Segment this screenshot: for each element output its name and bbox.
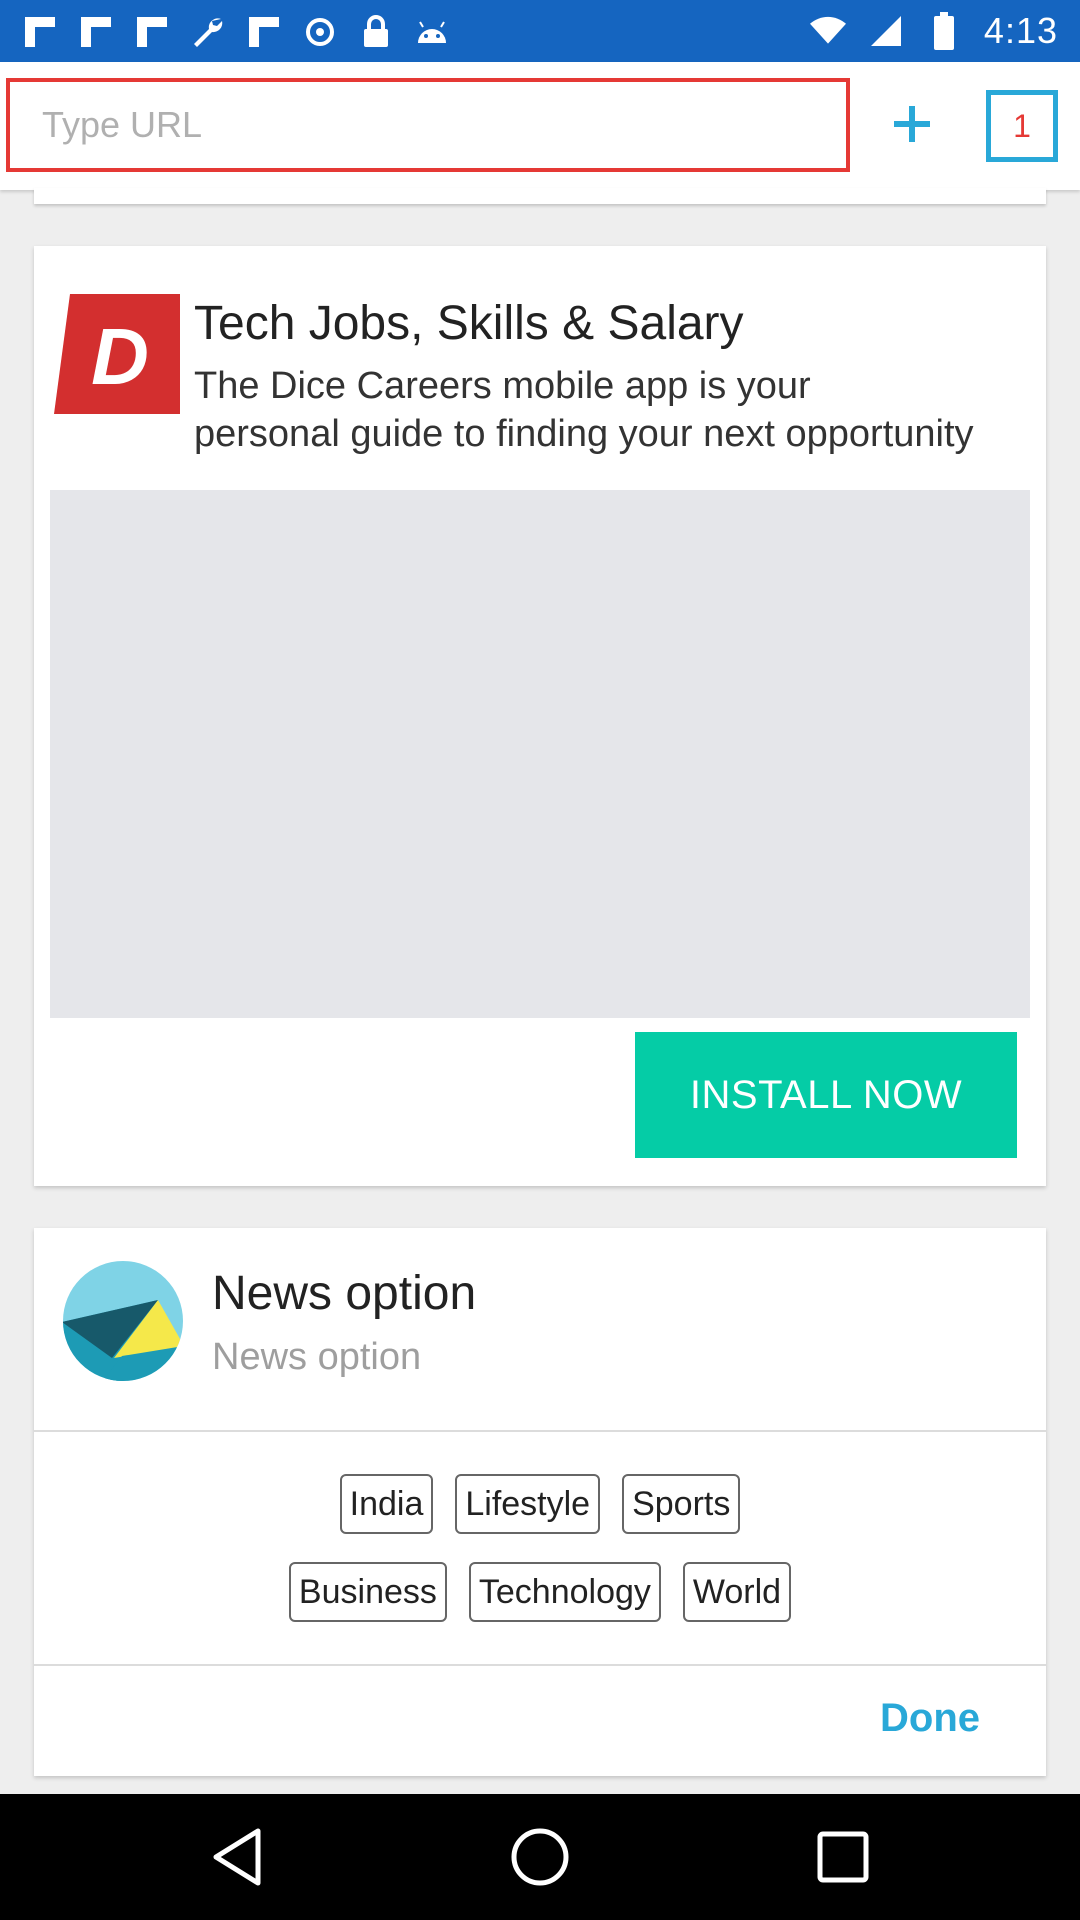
- divider: [34, 1664, 1046, 1666]
- flipboard-icon: [134, 14, 170, 50]
- ad-description-line2: personal guide to finding your next oppo…: [194, 413, 974, 455]
- lock-icon: [358, 14, 394, 50]
- flipboard-icon: [78, 14, 114, 50]
- back-icon: [213, 1828, 261, 1886]
- recents-icon: [817, 1831, 869, 1883]
- dice-logo: D: [52, 288, 184, 420]
- ad-image-placeholder[interactable]: [50, 490, 1030, 1018]
- tab-switcher-button[interactable]: 1: [986, 90, 1058, 162]
- chip-sports[interactable]: Sports: [622, 1474, 741, 1534]
- ad-description: The Dice Careers mobile app is your pers…: [194, 362, 1034, 458]
- news-title: News option: [212, 1267, 477, 1320]
- previous-card-edge: [34, 188, 1046, 204]
- chip-technology[interactable]: Technology: [468, 1562, 661, 1622]
- signal-icon: [868, 13, 904, 49]
- category-row-1: India Lifestyle Sports: [34, 1474, 1046, 1534]
- home-button[interactable]: [507, 1824, 573, 1890]
- browser-toolbar: 1: [0, 62, 1080, 190]
- back-button[interactable]: [204, 1824, 270, 1890]
- flipboard-icon: [246, 14, 282, 50]
- navigation-bar: [0, 1794, 1080, 1920]
- wrench-icon: [190, 14, 226, 50]
- android-icon: [414, 14, 450, 50]
- new-tab-button[interactable]: [880, 92, 944, 156]
- news-option-card: News option News option India Lifestyle …: [34, 1228, 1046, 1776]
- install-now-button[interactable]: INSTALL NOW: [635, 1032, 1017, 1158]
- plus-icon: [894, 106, 930, 142]
- recents-button[interactable]: [810, 1824, 876, 1890]
- ad-description-line1: The Dice Careers mobile app is your: [194, 365, 811, 407]
- data-saver-icon: [302, 14, 338, 50]
- tab-count-label: 1: [1013, 107, 1031, 144]
- news-app-icon: [62, 1260, 184, 1382]
- divider: [34, 1430, 1046, 1432]
- chip-world[interactable]: World: [682, 1562, 792, 1622]
- ad-title: Tech Jobs, Skills & Salary: [194, 297, 744, 350]
- ad-card[interactable]: D Tech Jobs, Skills & Salary The Dice Ca…: [34, 246, 1046, 1186]
- notification-icons: [22, 10, 450, 54]
- url-input[interactable]: [10, 82, 846, 168]
- news-subtitle: News option: [212, 1336, 422, 1378]
- system-icons: 4:13: [809, 8, 1058, 54]
- home-icon: [511, 1828, 569, 1886]
- category-row-2: Business Technology World: [34, 1562, 1046, 1622]
- status-bar: 4:13: [0, 0, 1080, 62]
- svg-text:D: D: [91, 312, 149, 401]
- clock: 4:13: [983, 10, 1058, 51]
- wifi-icon: [809, 13, 846, 49]
- done-button[interactable]: Done: [880, 1696, 980, 1741]
- battery-icon: [926, 12, 962, 50]
- url-field-container[interactable]: [6, 78, 850, 172]
- chip-india[interactable]: India: [339, 1474, 434, 1534]
- chip-business[interactable]: Business: [288, 1562, 447, 1622]
- flipboard-icon: [22, 14, 58, 50]
- chip-lifestyle[interactable]: Lifestyle: [455, 1474, 601, 1534]
